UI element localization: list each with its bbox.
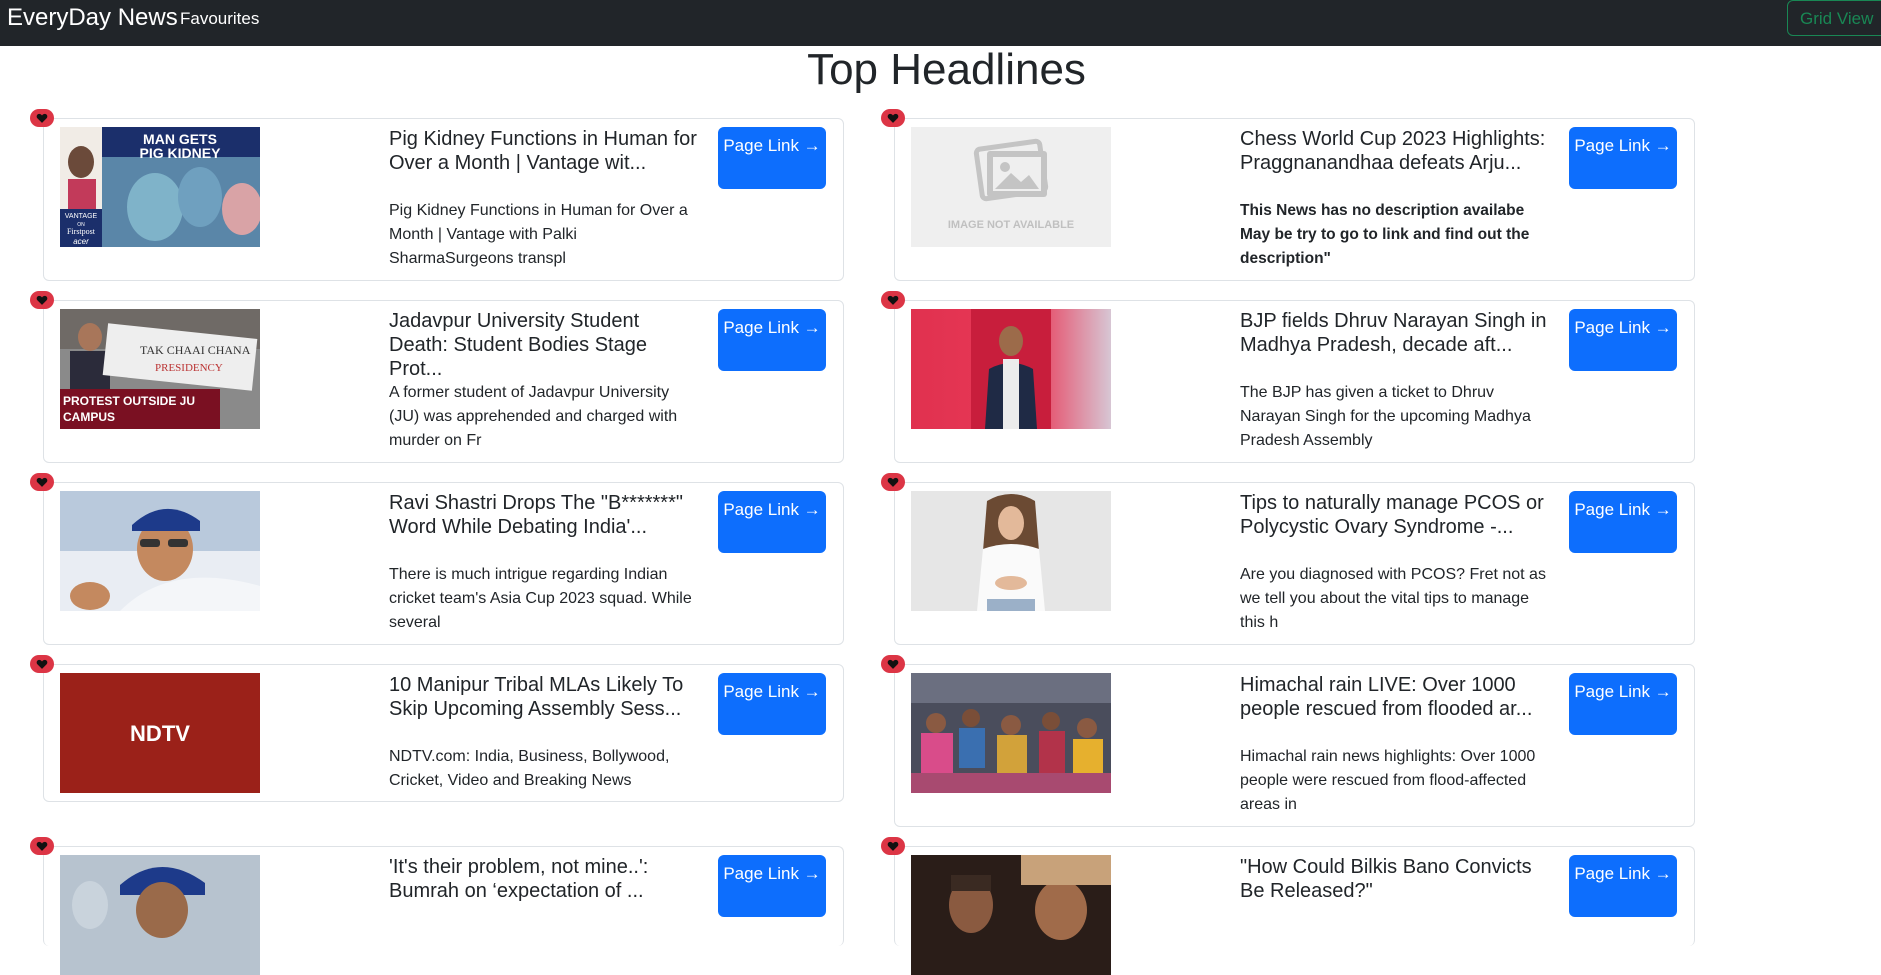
image-overlay-text: Firstpost bbox=[67, 227, 96, 236]
ndtv-logo-text: NDTV bbox=[130, 721, 190, 746]
news-description: NDTV.com: India, Business, Bollywood, Cr… bbox=[389, 748, 670, 789]
news-title: Himachal rain LIVE: Over 1000 people res… bbox=[1240, 674, 1533, 720]
favourite-button[interactable] bbox=[881, 291, 905, 309]
page-link-button[interactable]: Page Link → bbox=[718, 309, 826, 371]
news-image bbox=[911, 491, 1111, 611]
news-card: Himachal rain LIVE: Over 1000 people res… bbox=[881, 655, 1695, 827]
heart-icon bbox=[36, 113, 48, 123]
news-card: BJP fields Dhruv Narayan Singh in Madhya… bbox=[881, 291, 1695, 463]
news-title: Pig Kidney Functions in Human for Over a… bbox=[389, 128, 697, 174]
news-description: Himachal rain news highlights: Over 1000… bbox=[1240, 748, 1536, 813]
news-card: Ravi Shastri Drops The "B*******" Word W… bbox=[30, 473, 844, 645]
page-link-button[interactable]: Page Link → bbox=[1569, 855, 1677, 917]
news-image: TAK CHAAI CHANA PRESIDENCY PROTEST OUTSI… bbox=[60, 309, 260, 429]
favourite-button[interactable] bbox=[881, 109, 905, 127]
news-card: IMAGE NOT AVAILABLE Chess World Cup 2023… bbox=[881, 109, 1695, 281]
image-overlay-text: VANTAGE bbox=[65, 213, 98, 220]
favourite-button[interactable] bbox=[30, 655, 54, 673]
image-overlay-text: IMAGE NOT AVAILABLE bbox=[948, 219, 1074, 231]
heart-icon bbox=[887, 841, 899, 851]
news-title: "How Could Bilkis Bano Convicts Be Relea… bbox=[1240, 856, 1532, 902]
news-image: IMAGE NOT AVAILABLE bbox=[911, 127, 1111, 247]
heart-icon bbox=[36, 477, 48, 487]
favourites-link[interactable]: Favourites bbox=[180, 9, 259, 29]
heart-icon bbox=[887, 295, 899, 305]
heart-icon bbox=[887, 659, 899, 669]
news-image: MAN GETS PIG KIDNEY VANTAGE ON Firstpost… bbox=[60, 127, 260, 247]
page-link-button[interactable]: Page Link → bbox=[718, 127, 826, 189]
news-image bbox=[60, 491, 260, 611]
news-description: A former student of Jadavpur University … bbox=[389, 384, 678, 449]
news-title: Jadavpur University Student Death: Stude… bbox=[389, 310, 647, 380]
image-overlay-text: PIG KIDNEY bbox=[140, 145, 222, 161]
news-description: Are you diagnosed with PCOS? Fret not as… bbox=[1240, 566, 1546, 631]
favourite-button[interactable] bbox=[881, 473, 905, 491]
news-image bbox=[911, 855, 1111, 975]
news-image bbox=[911, 309, 1111, 429]
favourite-button[interactable] bbox=[30, 473, 54, 491]
heart-icon bbox=[887, 477, 899, 487]
news-image: NDTV bbox=[60, 673, 260, 793]
news-title: 'It's their problem, not mine..': Bumrah… bbox=[389, 856, 649, 902]
news-image bbox=[911, 673, 1111, 793]
page-link-button[interactable]: Page Link → bbox=[718, 491, 826, 553]
news-card: 'It's their problem, not mine..': Bumrah… bbox=[30, 837, 844, 975]
page-link-button[interactable]: Page Link → bbox=[1569, 491, 1677, 553]
page-link-button[interactable]: Page Link → bbox=[1569, 127, 1677, 189]
news-description: This News has no description availabe Ma… bbox=[1240, 202, 1530, 267]
image-overlay-text: CAMPUS bbox=[63, 410, 115, 424]
page-link-button[interactable]: Page Link → bbox=[1569, 309, 1677, 371]
news-description: There is much intrigue regarding Indian … bbox=[389, 566, 692, 631]
heart-icon bbox=[887, 113, 899, 123]
heart-icon bbox=[36, 659, 48, 669]
heart-icon bbox=[36, 841, 48, 851]
image-overlay-text: PROTEST OUTSIDE JU bbox=[63, 394, 195, 408]
news-card: "How Could Bilkis Bano Convicts Be Relea… bbox=[881, 837, 1695, 975]
news-card: MAN GETS PIG KIDNEY VANTAGE ON Firstpost… bbox=[30, 109, 844, 281]
page-title: Top Headlines bbox=[807, 45, 1086, 94]
news-card: NDTV 10 Manipur Tribal MLAs Likely To Sk… bbox=[30, 655, 844, 802]
news-title: Chess World Cup 2023 Highlights: Praggna… bbox=[1240, 128, 1546, 174]
favourite-button[interactable] bbox=[30, 291, 54, 309]
grid-view-button[interactable]: Grid View bbox=[1787, 0, 1881, 36]
news-description: Pig Kidney Functions in Human for Over a… bbox=[389, 202, 688, 267]
page-link-button[interactable]: Page Link → bbox=[718, 855, 826, 917]
news-title: Tips to naturally manage PCOS or Polycys… bbox=[1240, 492, 1544, 538]
page-link-button[interactable]: Page Link → bbox=[1569, 673, 1677, 735]
favourite-button[interactable] bbox=[30, 837, 54, 855]
svg-text:PRESIDENCY: PRESIDENCY bbox=[155, 362, 223, 374]
news-card: TAK CHAAI CHANA PRESIDENCY PROTEST OUTSI… bbox=[30, 291, 844, 463]
navbar: EveryDay News Favourites Grid View bbox=[0, 0, 1881, 46]
news-title: 10 Manipur Tribal MLAs Likely To Skip Up… bbox=[389, 674, 684, 720]
news-description: The BJP has given a ticket to Dhruv Nara… bbox=[1240, 384, 1531, 449]
heart-icon bbox=[36, 295, 48, 305]
news-title: Ravi Shastri Drops The "B*******" Word W… bbox=[389, 492, 683, 538]
news-title: BJP fields Dhruv Narayan Singh in Madhya… bbox=[1240, 310, 1547, 356]
svg-text:TAK CHAAI CHANA: TAK CHAAI CHANA bbox=[140, 343, 251, 357]
favourite-button[interactable] bbox=[30, 109, 54, 127]
favourite-button[interactable] bbox=[881, 655, 905, 673]
news-image bbox=[60, 855, 260, 975]
page-link-button[interactable]: Page Link → bbox=[718, 673, 826, 735]
favourite-button[interactable] bbox=[881, 837, 905, 855]
news-card: Tips to naturally manage PCOS or Polycys… bbox=[881, 473, 1695, 645]
brand-link[interactable]: EveryDay News bbox=[7, 6, 178, 30]
image-overlay-text: acer bbox=[73, 237, 89, 246]
